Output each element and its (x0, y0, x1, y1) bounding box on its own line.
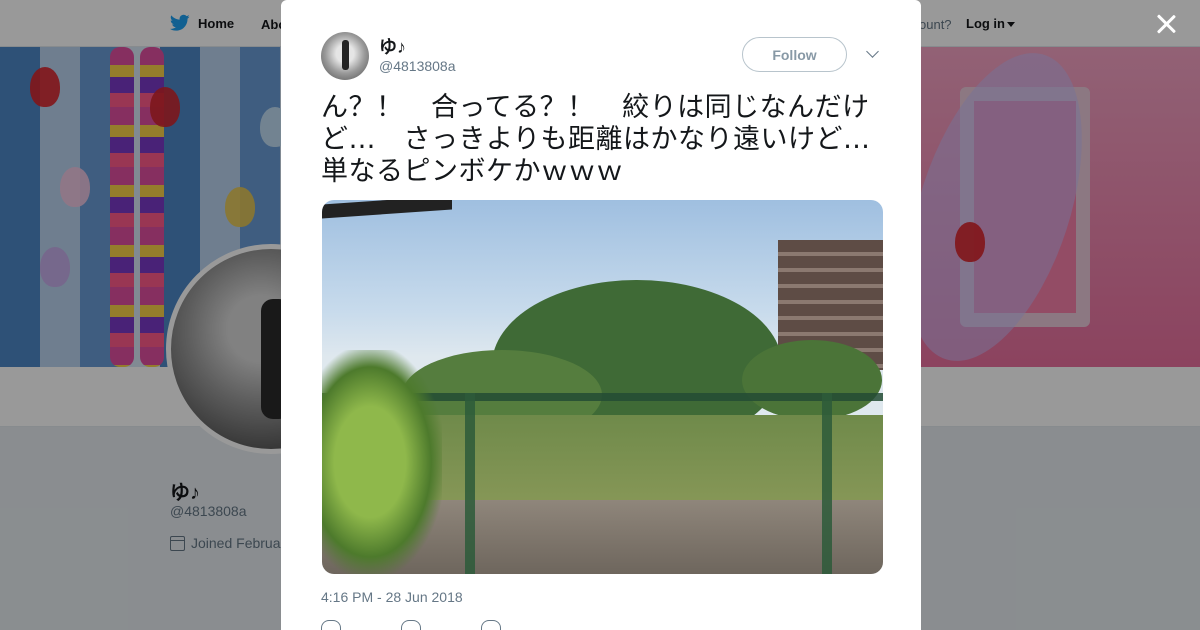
reply-icon[interactable] (321, 620, 341, 630)
tweet-author-handle[interactable]: @4813808a (379, 58, 456, 74)
chevron-down-icon[interactable] (866, 47, 880, 61)
tweet-actions (321, 620, 501, 630)
photo-fence-post (822, 393, 832, 574)
tweet-modal: ゆ♪ @4813808a Follow ん？！ 合ってる？！ 絞りは同じなんだけ… (281, 0, 921, 630)
tweet-text: ん？！ 合ってる？！ 絞りは同じなんだけど… さっきよりも距離はかなり遠いけど…… (321, 92, 898, 187)
photo-fence-post (465, 393, 475, 574)
avatar-figure (342, 40, 349, 70)
close-icon[interactable] (1154, 12, 1178, 36)
heart-icon[interactable] (481, 620, 501, 630)
tweet-photo[interactable] (322, 200, 883, 574)
tweet-author-avatar[interactable] (321, 32, 369, 80)
retweet-icon[interactable] (401, 620, 421, 630)
tweet-timestamp[interactable]: 4:16 PM - 28 Jun 2018 (321, 589, 463, 605)
photo-leaves (322, 350, 442, 574)
photo-tree (742, 340, 882, 420)
follow-button[interactable]: Follow (742, 37, 847, 72)
photo-shadow (322, 200, 452, 219)
tweet-author-name[interactable]: ゆ♪ (379, 33, 406, 59)
